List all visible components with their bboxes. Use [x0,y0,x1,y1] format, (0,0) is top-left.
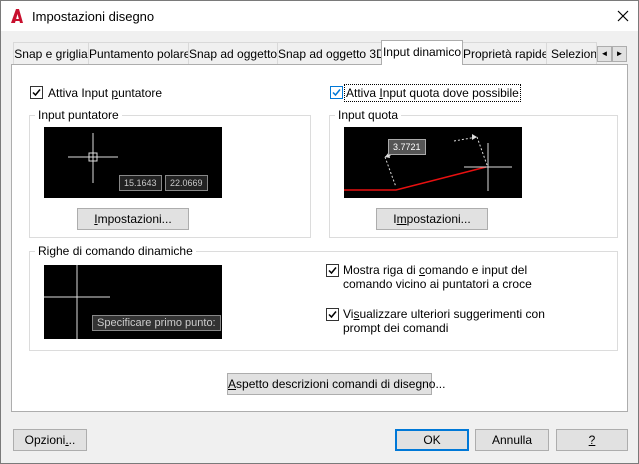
tab-selection[interactable]: Selezione [546,42,597,64]
pointer-input-label[interactable]: Attiva Input puntatore [48,86,162,100]
command-prompt-checkbox[interactable] [326,264,339,277]
checkmark-icon [332,89,341,97]
tab-label: Puntamento polare [89,47,189,61]
tab-object-snap[interactable]: Snap ad oggetto [188,42,278,64]
pointer-input-checkbox[interactable] [30,86,43,99]
tab-quick-properties[interactable]: Proprietà rapide [462,42,547,64]
dimension-input-settings-button[interactable]: Impostazioni... [376,208,488,230]
ok-button[interactable]: OK [395,429,469,451]
tab-label: Proprietà rapide [463,47,547,61]
extra-prompts-label[interactable]: Visualizzare ulteriori suggerimenti con … [343,307,545,335]
command-prompt-preview: Specificare primo punto: [92,315,221,331]
help-button[interactable]: ? [556,429,628,451]
pointer-input-group-title: Input puntatore [35,108,122,122]
tab-scroll-left-icon: ◄ [600,49,609,58]
tab-polar-tracking[interactable]: Puntamento polare [88,42,189,64]
tab-label: Snap ad oggetto 3D [278,47,382,61]
tab-label: Snap ad oggetto [189,47,278,61]
dimension-input-label[interactable]: Attiva Input quota dove possibile [344,84,521,102]
dimension-input-preview: 3.7721 [344,127,522,198]
tab-label: Input dinamico [382,45,462,59]
checkmark-icon [328,267,337,275]
tab-scroll-left-button[interactable]: ◄ [597,46,612,62]
tab-dynamic-input[interactable]: Input dinamico [381,40,463,65]
dynamic-input-panel: Attiva Input puntatore Attiva Input quot… [11,64,628,412]
pointer-input-settings-button[interactable]: Impostazioni... [77,208,189,230]
tab-snap-grid[interactable]: Snap e griglia [13,42,89,64]
dimension-value: 3.7721 [388,139,426,155]
pointer-input-preview: 15.1643 22.0669 [44,127,222,198]
tab-label: Selezione [551,47,597,61]
window-title: Impostazioni disegno [32,9,155,24]
options-button[interactable]: Opzioni... [13,429,87,451]
close-icon[interactable] [614,7,632,25]
title-bar: Impostazioni disegno [1,1,638,31]
dynamic-prompts-preview: Specificare primo punto: [44,265,222,339]
dimension-input-checkbox[interactable] [330,86,343,99]
checkmark-icon [328,311,337,319]
autocad-logo-icon [11,9,23,23]
tab-scroll-right-button[interactable]: ► [612,46,627,62]
dynamic-prompts-group-title: Righe di comando dinamiche [35,244,196,258]
extra-prompts-checkbox[interactable] [326,308,339,321]
dimension-line-icon [344,134,512,191]
cancel-button[interactable]: Annulla [475,429,549,451]
command-prompt-label[interactable]: Mostra riga di comando e input del coman… [343,263,532,291]
pointer-x-value: 15.1643 [119,175,162,191]
pointer-y-value: 22.0669 [165,175,208,191]
dialog-window: Impostazioni disegno Snap e griglia Punt… [0,0,639,464]
tab-label: Snap e griglia [14,47,88,61]
drafting-tooltip-appearance-button[interactable]: Aspetto descrizioni comandi di disegno..… [227,373,445,395]
tab-scroll-right-icon: ► [615,49,624,58]
checkmark-icon [32,89,41,97]
tab-3d-object-snap[interactable]: Snap ad oggetto 3D [277,42,382,64]
dimension-input-group-title: Input quota [335,108,402,122]
